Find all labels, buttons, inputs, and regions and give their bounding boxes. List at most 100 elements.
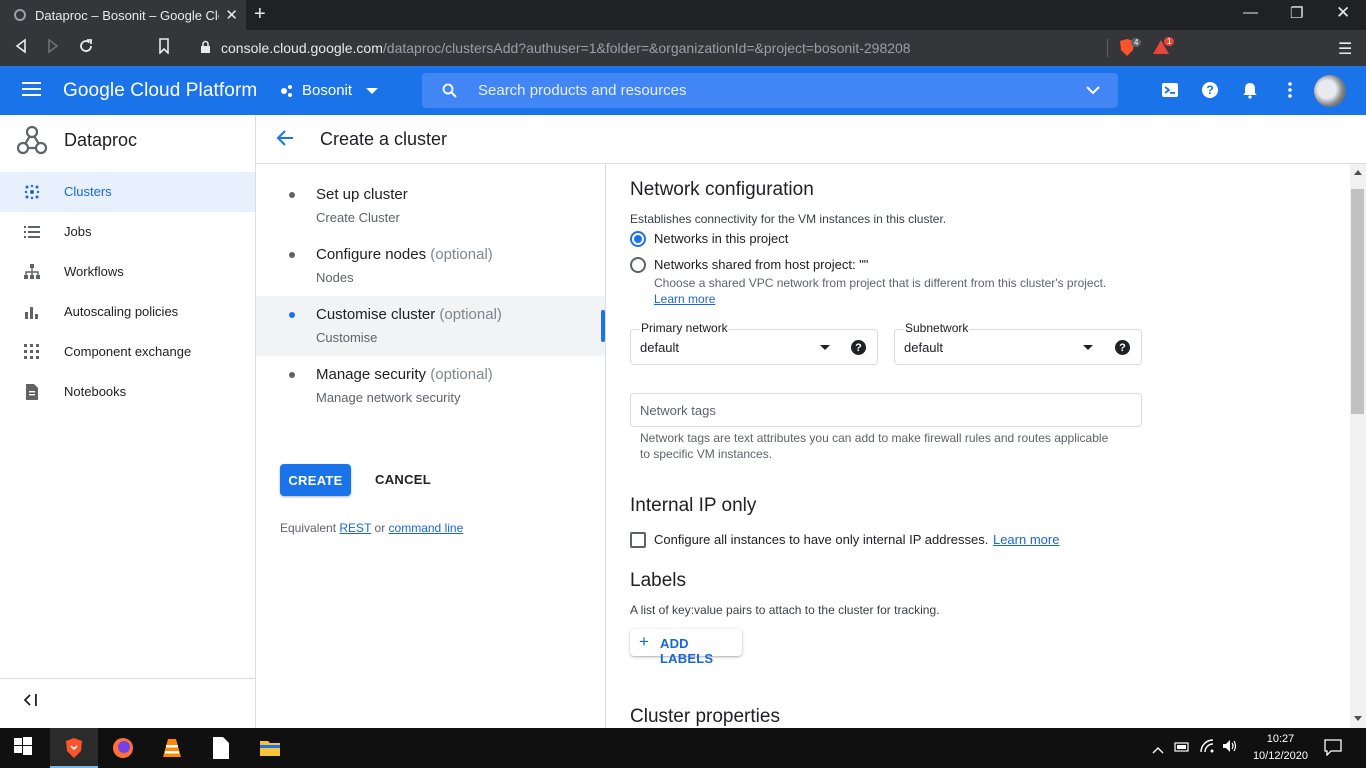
labels-description: A list of key:value pairs to attach to t… — [630, 603, 940, 617]
forward-icon[interactable] — [46, 38, 60, 59]
sidebar-item-label: Workflows — [64, 264, 124, 279]
step-bullet — [289, 312, 295, 318]
reload-icon[interactable] — [78, 38, 94, 59]
sidebar-item-jobs[interactable]: Jobs — [0, 212, 255, 252]
scroll-up-icon[interactable] — [1354, 169, 1362, 175]
gear-favicon-icon — [14, 9, 26, 21]
close-window-icon[interactable]: ✕ — [1336, 3, 1350, 23]
tab-title: Dataproc – Bosonit – Google Cloud — [35, 7, 219, 23]
bookmark-icon[interactable] — [158, 38, 170, 59]
subnetwork-value: default — [904, 340, 944, 355]
labels-heading: Labels — [630, 570, 686, 591]
sidebar-item-workflows[interactable]: Workflows — [0, 252, 255, 292]
tray-expand-icon[interactable] — [1152, 741, 1164, 759]
step-subtitle: Manage network security — [316, 390, 461, 405]
shared-help-text: Choose a shared VPC network from project… — [654, 276, 1107, 290]
sidebar-nav: Clusters Jobs Workflows Autoscaling poli… — [0, 172, 255, 412]
help-circle-icon[interactable]: ? — [1115, 340, 1130, 355]
sidebar-item-clusters[interactable]: Clusters — [0, 172, 255, 212]
back-icon[interactable] — [14, 38, 28, 59]
collapse-sidebar-icon[interactable] — [23, 693, 38, 709]
help-circle-icon[interactable]: ? — [851, 340, 866, 355]
expand-search-icon[interactable] — [1086, 86, 1100, 95]
step-title: Configure nodes (optional) — [316, 246, 493, 263]
step-bullet — [289, 252, 295, 258]
radio-networks-in-project[interactable] — [630, 231, 646, 247]
sidebar-item-label: Clusters — [64, 184, 112, 199]
sidebar-item-component-exchange[interactable]: Component exchange — [0, 332, 255, 372]
product-title: Dataproc — [64, 130, 138, 150]
primary-network-value: default — [640, 340, 680, 355]
step-set-up-cluster[interactable]: Set up cluster Create Cluster — [256, 176, 605, 236]
notifications-icon[interactable] — [1241, 81, 1259, 99]
wifi-icon[interactable] — [1200, 739, 1216, 758]
sidebar-item-label: Autoscaling policies — [64, 304, 179, 319]
network-tags-input[interactable]: Network tags — [630, 393, 1142, 427]
battery-icon[interactable] — [1174, 740, 1190, 758]
radio-label: Networks in this project — [654, 231, 789, 246]
learn-more-link[interactable]: Learn more — [993, 532, 1059, 547]
step-customise-cluster[interactable]: Customise cluster (optional) Customise — [256, 296, 605, 356]
dropdown-caret-icon — [820, 345, 830, 350]
create-button[interactable]: CREATE — [280, 464, 351, 496]
primary-network-select[interactable]: Primary network default ? — [630, 321, 878, 365]
shields-badge: 4 — [1131, 38, 1142, 47]
divider — [1107, 39, 1108, 57]
sidebar-item-autoscaling[interactable]: Autoscaling policies — [0, 292, 255, 332]
gcp-brand[interactable]: Google Cloud Platform — [63, 80, 257, 102]
sidebar-item-notebooks[interactable]: Notebooks — [0, 372, 255, 412]
rewards-badge: 1 — [1164, 37, 1175, 46]
scrollbar-thumb[interactable] — [1351, 189, 1364, 414]
hamburger-menu-icon[interactable] — [22, 81, 41, 102]
bar-chart-icon — [25, 307, 38, 319]
active-step-indicator — [601, 310, 605, 342]
browser-menu-icon[interactable]: ☰ — [1338, 39, 1352, 59]
vlc-icon[interactable] — [160, 736, 184, 760]
taskbar: 10:27 10/12/2020 — [0, 728, 1366, 768]
brave-browser-icon[interactable] — [62, 736, 86, 760]
taskbar-clock[interactable]: 10:27 10/12/2020 — [1253, 731, 1308, 765]
tags-help-text: to specific VM instances. — [640, 447, 773, 461]
search-bar[interactable]: Search products and resources — [422, 73, 1118, 108]
command-line-link[interactable]: command line — [389, 521, 464, 535]
search-input[interactable]: Search products and resources — [478, 82, 686, 99]
windows-start-icon[interactable] — [13, 736, 37, 760]
chevron-down-icon — [366, 87, 379, 94]
rest-link[interactable]: REST — [339, 521, 371, 535]
sidebar-item-label: Jobs — [64, 224, 92, 239]
workflow-icon — [24, 264, 40, 279]
new-tab-icon[interactable]: + — [254, 3, 266, 26]
sidebar-item-label: Component exchange — [64, 344, 192, 359]
cluster-properties-heading: Cluster properties — [630, 706, 780, 727]
search-icon — [442, 83, 457, 98]
file-explorer-icon[interactable] — [258, 736, 282, 760]
internal-ip-checkbox[interactable] — [630, 532, 646, 548]
radio-networks-shared[interactable] — [630, 257, 646, 273]
cloud-shell-icon[interactable] — [1161, 81, 1179, 99]
subnetwork-select[interactable]: Subnetwork default ? — [894, 321, 1142, 365]
avatar[interactable] — [1314, 75, 1346, 107]
file-icon[interactable] — [209, 736, 233, 760]
stepper: Set up cluster Create Cluster Configure … — [256, 164, 606, 728]
cancel-button[interactable]: CANCEL — [375, 472, 431, 487]
close-tab-icon[interactable]: ✕ — [225, 6, 238, 24]
step-configure-nodes[interactable]: Configure nodes (optional) Nodes — [256, 236, 605, 296]
help-icon[interactable]: ? — [1201, 81, 1219, 99]
lock-icon[interactable] — [200, 40, 211, 59]
back-arrow-icon[interactable] — [276, 129, 294, 152]
browser-tab[interactable]: Dataproc – Bosonit – Google Cloud ✕ — [0, 0, 246, 30]
project-selector[interactable]: Bosonit — [280, 82, 379, 99]
scroll-down-icon[interactable] — [1354, 716, 1362, 722]
document-icon — [26, 384, 38, 400]
step-manage-security[interactable]: Manage security (optional) Manage networ… — [256, 356, 605, 416]
firefox-icon[interactable] — [111, 736, 135, 760]
restore-icon[interactable]: ❐ — [1290, 4, 1303, 22]
add-labels-button[interactable]: + ADD LABELS — [630, 629, 742, 666]
minimize-icon[interactable]: — — [1243, 4, 1258, 21]
url-field[interactable]: console.cloud.google.com/dataproc/cluste… — [221, 40, 911, 56]
more-vert-icon[interactable] — [1281, 81, 1299, 99]
volume-icon[interactable] — [1222, 739, 1238, 758]
left-sidebar: Dataproc Clusters Jobs Workflows Autosca… — [0, 115, 256, 728]
learn-more-link[interactable]: Learn more — [654, 292, 715, 306]
notification-center-icon[interactable] — [1324, 739, 1342, 761]
